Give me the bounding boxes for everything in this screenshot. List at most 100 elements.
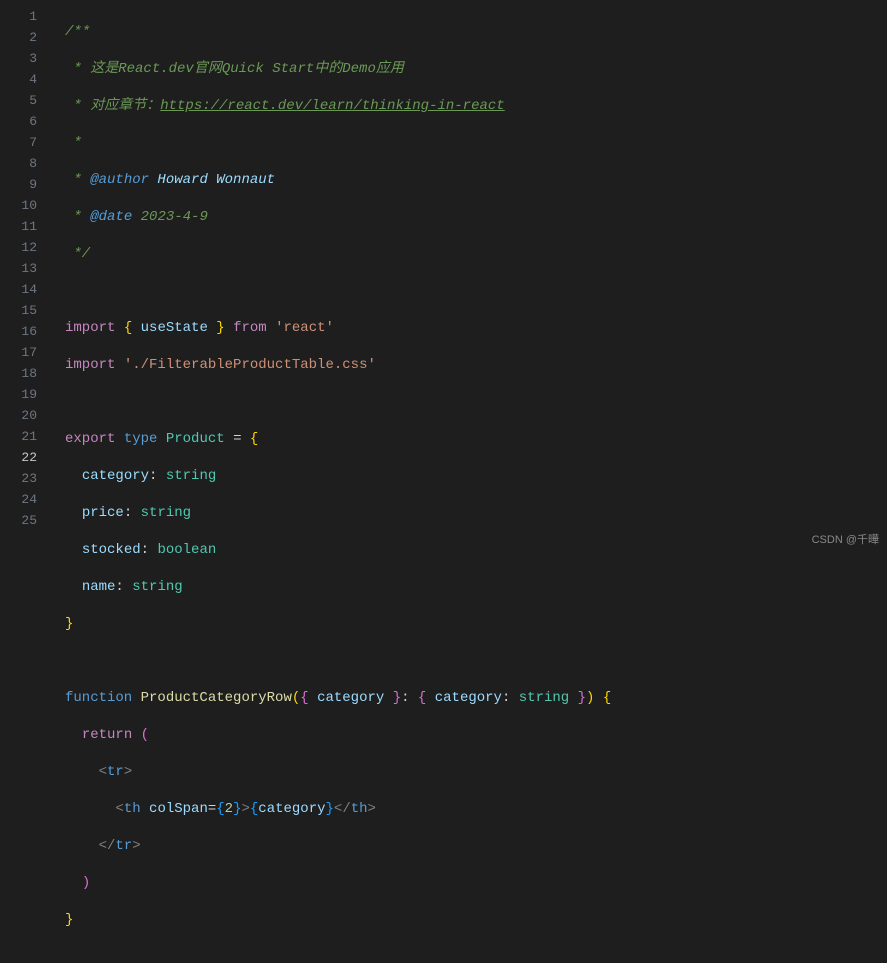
paren: ( (292, 690, 300, 706)
code-line[interactable]: } (65, 910, 887, 931)
type-name: Product (166, 431, 225, 447)
jsx-bracket: > (241, 801, 249, 817)
code-line[interactable]: import { useState } from 'react' (65, 318, 887, 339)
paren: ) (586, 690, 594, 706)
line-number[interactable]: 11 (0, 216, 37, 237)
code-line[interactable] (65, 651, 887, 672)
code-line[interactable]: * 对应章节：https://react.dev/learn/thinking-… (65, 96, 887, 117)
line-number[interactable]: 7 (0, 132, 37, 153)
number: 2 (225, 801, 233, 817)
code-line[interactable]: return ( (65, 725, 887, 746)
brace: } (208, 320, 233, 336)
code-line[interactable]: export type Product = { (65, 429, 887, 450)
identifier: useState (141, 320, 208, 336)
code-line[interactable]: <tr> (65, 762, 887, 783)
line-number[interactable]: 19 (0, 384, 37, 405)
jsx-bracket: </ (334, 801, 351, 817)
code-line[interactable]: } (65, 614, 887, 635)
jsx-bracket: > (368, 801, 376, 817)
brace: { (115, 320, 140, 336)
code-area[interactable]: /** * 这是React.dev官网Quick Start中的Demo应用 *… (55, 0, 887, 551)
brace: { (418, 690, 435, 706)
property: stocked (82, 542, 141, 558)
paren: ( (141, 727, 149, 743)
line-number[interactable]: 13 (0, 258, 37, 279)
brace: { (250, 801, 258, 817)
jsx-bracket: </ (99, 838, 116, 854)
line-number[interactable]: 5 (0, 90, 37, 111)
line-number[interactable]: 9 (0, 174, 37, 195)
code-line[interactable]: */ (65, 244, 887, 265)
jsx-bracket: > (124, 764, 132, 780)
jsx-tag: tr (115, 838, 132, 854)
line-number[interactable]: 21 (0, 426, 37, 447)
watermark-text: CSDN @千曄 (812, 531, 879, 547)
code-line[interactable] (65, 281, 887, 302)
doc-link[interactable]: https://react.dev/learn/thinking-in-reac… (160, 98, 504, 114)
brace: { (603, 690, 611, 706)
parameter: category (435, 690, 502, 706)
line-number-gutter[interactable]: 1 2 3 4 5 6 7 8 9 10 11 12 13 14 15 16 1… (0, 0, 55, 551)
line-number[interactable]: 16 (0, 321, 37, 342)
line-number[interactable]: 14 (0, 279, 37, 300)
brace: } (326, 801, 334, 817)
author-name: Howard Wonnaut (149, 172, 275, 188)
comment-text: 这是React.dev官网Quick Start中的Demo应用 (90, 61, 404, 77)
line-number[interactable]: 3 (0, 48, 37, 69)
line-number-active[interactable]: 22 (0, 447, 37, 468)
line-number[interactable]: 17 (0, 342, 37, 363)
property: price (82, 505, 124, 521)
code-line[interactable] (65, 392, 887, 413)
keyword: type (124, 431, 158, 447)
line-number[interactable]: 18 (0, 363, 37, 384)
jsx-bracket: < (115, 801, 123, 817)
line-number[interactable]: 4 (0, 69, 37, 90)
code-line[interactable]: * (65, 133, 887, 154)
keyword: import (65, 357, 115, 373)
line-number[interactable]: 24 (0, 489, 37, 510)
code-editor: 1 2 3 4 5 6 7 8 9 10 11 12 13 14 15 16 1… (0, 0, 887, 551)
code-line[interactable]: import './FilterableProductTable.css' (65, 355, 887, 376)
code-line[interactable]: * 这是React.dev官网Quick Start中的Demo应用 (65, 59, 887, 80)
jsx-tag: th (124, 801, 141, 817)
line-number[interactable]: 12 (0, 237, 37, 258)
line-number[interactable]: 6 (0, 111, 37, 132)
function-name: ProductCategoryRow (141, 690, 292, 706)
code-line[interactable]: * @date 2023-4-9 (65, 207, 887, 228)
brace: { (250, 431, 258, 447)
keyword: import (65, 320, 115, 336)
brace: } (569, 690, 586, 706)
parameter: category (317, 690, 384, 706)
jsx-bracket: < (99, 764, 107, 780)
code-line[interactable]: ) (65, 873, 887, 894)
line-number[interactable]: 1 (0, 6, 37, 27)
keyword: return (82, 727, 132, 743)
comment-text: 对应章节： (90, 98, 160, 114)
code-line[interactable]: /** (65, 22, 887, 43)
comment-text: * (65, 98, 90, 114)
code-line[interactable]: price: string (65, 503, 887, 524)
comment-text: /** (65, 24, 90, 40)
code-line[interactable]: </tr> (65, 836, 887, 857)
paren: ) (82, 875, 90, 891)
comment-text: * (65, 172, 90, 188)
jsdoc-tag: @date (90, 209, 132, 225)
jsx-tag: tr (107, 764, 124, 780)
code-line[interactable]: function ProductCategoryRow({ category }… (65, 688, 887, 709)
brace: } (384, 690, 401, 706)
date-text: 2023-4-9 (132, 209, 208, 225)
line-number[interactable]: 25 (0, 510, 37, 531)
type: boolean (157, 542, 216, 558)
code-line[interactable]: category: string (65, 466, 887, 487)
line-number[interactable]: 2 (0, 27, 37, 48)
code-line[interactable]: * @author Howard Wonnaut (65, 170, 887, 191)
line-number[interactable]: 10 (0, 195, 37, 216)
code-line[interactable]: name: string (65, 577, 887, 598)
jsx-attribute: colSpan (149, 801, 208, 817)
line-number[interactable]: 15 (0, 300, 37, 321)
code-line[interactable]: <th colSpan={2}>{category}</th> (65, 799, 887, 820)
line-number[interactable]: 20 (0, 405, 37, 426)
line-number[interactable]: 8 (0, 153, 37, 174)
brace: { (300, 690, 317, 706)
line-number[interactable]: 23 (0, 468, 37, 489)
